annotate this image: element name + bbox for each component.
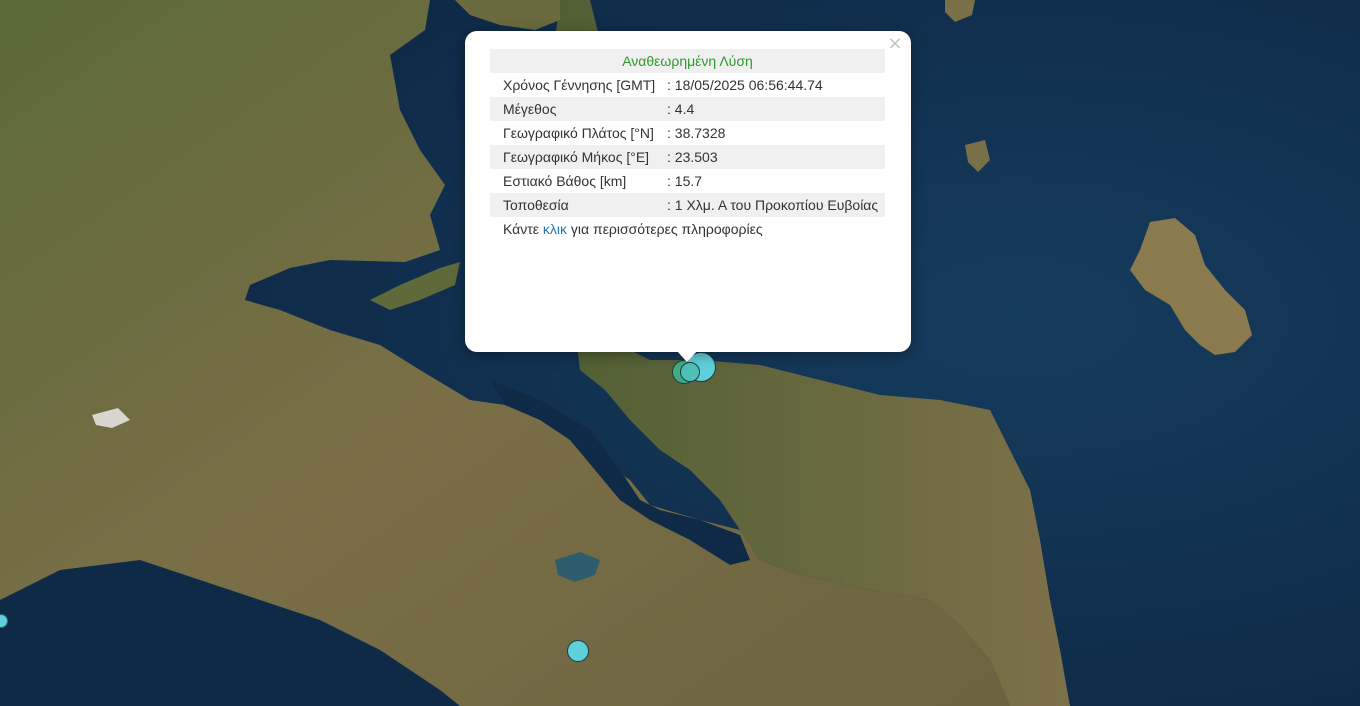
more-prefix: Κάντε (503, 221, 543, 237)
row-label: Τοποθεσία (503, 197, 569, 213)
table-row: Μέγεθος : 4.4 (490, 97, 885, 121)
row-label: Γεωγραφικό Πλάτος [°N] (503, 125, 654, 141)
row-label: Χρόνος Γέννησης [GMT] (503, 77, 656, 93)
row-value: : 4.4 (667, 101, 695, 117)
table-row: Γεωγραφικό Πλάτος [°N] : 38.7328 (490, 121, 885, 145)
table-row: Χρόνος Γέννησης [GMT] : 18/05/2025 06:56… (490, 73, 885, 97)
popup-tip (676, 350, 698, 362)
more-info-link[interactable]: κλικ (543, 221, 567, 237)
quake-details-table: Χρόνος Γέννησης [GMT] : 18/05/2025 06:56… (490, 73, 885, 217)
row-label: Γεωγραφικό Μήκος [°E] (503, 149, 650, 165)
row-label: Μέγεθος (503, 101, 557, 117)
earthquake-marker[interactable] (567, 640, 589, 662)
row-value: : 1 Χλμ. Α του Προκοπίου Ευβοίας (667, 197, 879, 213)
table-row: Τοποθεσία : 1 Χλμ. Α του Προκοπίου Ευβοί… (490, 193, 885, 217)
more-suffix: για περισσότερες πληροφορίες (567, 221, 763, 237)
table-row: Εστιακό Βάθος [km] : 15.7 (490, 169, 885, 193)
popup-title: Αναθεωρημένη Λύση (490, 49, 885, 73)
row-value: : 15.7 (667, 173, 703, 189)
earthquake-marker[interactable] (680, 362, 700, 382)
earthquake-info-popup: × Αναθεωρημένη Λύση Χρόνος Γέννησης [GMT… (465, 31, 911, 352)
table-row: Γεωγραφικό Μήκος [°E] : 23.503 (490, 145, 885, 169)
row-label: Εστιακό Βάθος [km] (503, 173, 627, 189)
row-value: : 23.503 (667, 149, 718, 165)
row-value: : 38.7328 (667, 125, 726, 141)
row-value: : 18/05/2025 06:56:44.74 (667, 77, 823, 93)
more-info-line: Κάντε κλικ για περισσότερες πληροφορίες (490, 217, 885, 241)
popup-content: Αναθεωρημένη Λύση Χρόνος Γέννησης [GMT] … (490, 49, 885, 241)
close-icon[interactable]: × (886, 35, 904, 53)
